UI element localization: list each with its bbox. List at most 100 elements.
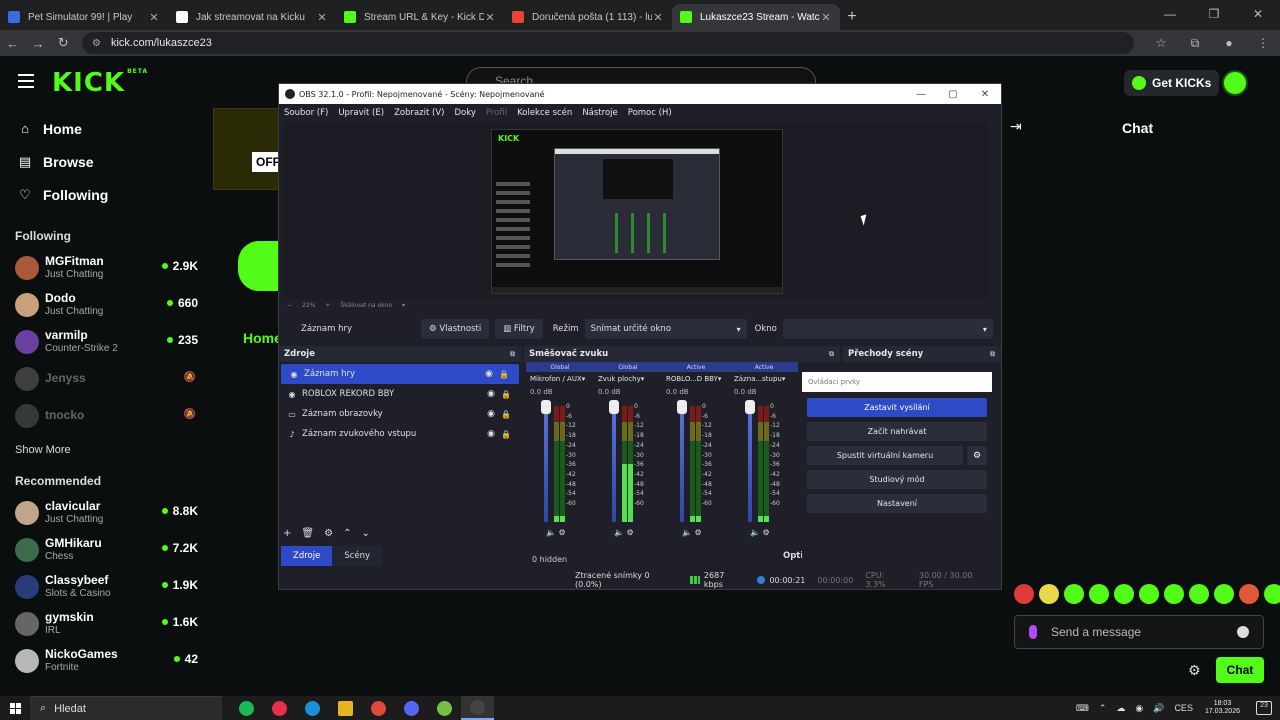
emote-icon[interactable] bbox=[1114, 584, 1134, 604]
volume-slider[interactable] bbox=[680, 406, 684, 522]
browser-tab[interactable]: Pet Simulator 99! | Play ✕ bbox=[0, 4, 168, 30]
tray-chevron-icon[interactable]: ⌃ bbox=[1099, 703, 1107, 714]
source-item[interactable]: ◉ ROBLOX REKORD BBY ◉ 🔒 bbox=[279, 384, 521, 404]
volume-knob[interactable] bbox=[541, 400, 551, 414]
source-item[interactable]: ◉ Záznam hry ◉ 🔒 bbox=[281, 364, 519, 384]
lock-icon[interactable]: 🔒 bbox=[501, 410, 511, 419]
notifications-badge[interactable]: 23 bbox=[1256, 701, 1272, 715]
mode-select[interactable]: Snímat určité okno bbox=[584, 319, 747, 339]
emote-icon[interactable] bbox=[1014, 584, 1034, 604]
emote-icon[interactable] bbox=[1089, 584, 1109, 604]
reload-icon[interactable]: ↻ bbox=[51, 35, 76, 51]
source-item[interactable]: ▭ Záznam obrazovky ◉ 🔒 bbox=[279, 404, 521, 424]
obs-menu-item[interactable]: Zobrazit (V) bbox=[394, 108, 444, 118]
mute-speaker-icon[interactable]: 🔈 bbox=[750, 528, 763, 537]
window-select[interactable] bbox=[782, 319, 993, 339]
channel-name-row[interactable]: Zázna...stupu ▾ bbox=[730, 372, 798, 386]
obs-close-button[interactable]: ✕ bbox=[969, 89, 1001, 100]
obs-menu-item[interactable]: Soubor (F) bbox=[284, 108, 328, 118]
taskbar-app-android[interactable] bbox=[428, 696, 461, 720]
back-icon[interactable]: ← bbox=[0, 36, 25, 51]
channel-name-row[interactable]: ROBLO...D BBY ▾ bbox=[662, 372, 730, 386]
emote-icon[interactable] bbox=[1239, 584, 1259, 604]
chat-message-input[interactable]: Send a message bbox=[1014, 615, 1264, 649]
float-dock-icon[interactable]: ⧉ bbox=[829, 350, 834, 359]
channel-name-row[interactable]: Mikrofon / AUX ▾ bbox=[526, 372, 594, 386]
emote-icon[interactable] bbox=[1164, 584, 1184, 604]
site-info-icon[interactable]: ⚙ bbox=[92, 38, 101, 49]
channel-settings-icon[interactable]: ⚙ bbox=[627, 528, 634, 537]
profile-icon[interactable]: ● bbox=[1212, 36, 1246, 51]
visibility-eye-icon[interactable]: ◉ bbox=[487, 389, 495, 399]
channel-home-tab[interactable]: Home bbox=[243, 330, 282, 346]
clock[interactable]: 18:03 17.03.2026 bbox=[1205, 700, 1240, 716]
browser-tab[interactable]: Jak streamovat na Kicku ✕ bbox=[168, 4, 336, 30]
obs-preview[interactable]: KICK bbox=[283, 122, 989, 300]
channel-row[interactable]: tnocko 🔕 bbox=[0, 397, 212, 434]
channel-settings-icon[interactable]: ⚙ bbox=[559, 528, 566, 537]
channel-row[interactable]: Jenyss 🔕 bbox=[0, 360, 212, 397]
forward-icon[interactable]: → bbox=[25, 36, 50, 51]
channel-row[interactable]: varmilp Counter-Strike 2 235 bbox=[0, 323, 212, 360]
taskbar-app-edge[interactable] bbox=[296, 696, 329, 720]
volume-slider[interactable] bbox=[544, 406, 548, 522]
hamburger-menu-icon[interactable] bbox=[18, 74, 34, 88]
channel-row[interactable]: gymskin IRL 1.6K bbox=[0, 605, 212, 642]
obs-menu-item[interactable]: Kolekce scén bbox=[517, 108, 572, 118]
collapse-chat-icon[interactable]: ⇥ bbox=[1010, 118, 1022, 135]
channel-settings-icon[interactable]: ⚙ bbox=[695, 528, 702, 537]
taskbar-app-obs[interactable] bbox=[461, 696, 494, 720]
keyboard-icon[interactable]: ⌨ bbox=[1076, 703, 1089, 714]
volume-knob[interactable] bbox=[609, 400, 619, 414]
browser-tab[interactable]: Stream URL & Key - Kick Dashb✕ bbox=[336, 4, 504, 30]
channel-row[interactable]: GMHikaru Chess 7.2K bbox=[0, 531, 212, 568]
obs-menu-item[interactable]: Upravit (E) bbox=[338, 108, 384, 118]
taskbar-app-spotify[interactable] bbox=[230, 696, 263, 720]
move-down-icon[interactable]: ⌄ bbox=[361, 528, 369, 539]
lock-icon[interactable]: 🔒 bbox=[501, 430, 511, 439]
nav-home[interactable]: ⌂ Home bbox=[0, 112, 212, 145]
minimize-button[interactable]: — bbox=[1148, 0, 1192, 28]
emoji-icon[interactable] bbox=[1237, 626, 1249, 638]
browser-tab[interactable]: Lukaszce23 Stream - Watch Live✕ bbox=[672, 4, 840, 30]
menu-dots-icon[interactable]: ⋮ bbox=[1246, 36, 1280, 51]
taskbar-app-youtube-music[interactable] bbox=[263, 696, 296, 720]
channel-row[interactable]: clavicular Just Chatting 8.8K bbox=[0, 494, 212, 531]
obs-menu-item[interactable]: Nástroje bbox=[582, 108, 617, 118]
mute-speaker-icon[interactable]: 🔈 bbox=[546, 528, 559, 537]
send-chat-button[interactable]: Chat bbox=[1216, 657, 1264, 683]
stop-streaming-button[interactable]: Zastavit vysílání bbox=[807, 398, 987, 417]
mute-speaker-icon[interactable]: 🔈 bbox=[614, 528, 627, 537]
channel-dropdown-icon[interactable]: ▾ bbox=[718, 375, 722, 383]
channel-dropdown-icon[interactable]: ▾ bbox=[641, 375, 645, 383]
chat-settings-icon[interactable]: ⚙ bbox=[1188, 662, 1201, 679]
maximize-button[interactable]: ❐ bbox=[1192, 0, 1236, 28]
float-dock-icon[interactable]: ⧉ bbox=[990, 350, 995, 359]
virtual-camera-settings-icon[interactable]: ⚙ bbox=[967, 446, 987, 465]
volume-icon[interactable]: 🔊 bbox=[1153, 703, 1164, 714]
source-settings-icon[interactable]: ⚙ bbox=[324, 528, 333, 539]
browser-tab[interactable]: Doručená pošta (1 113) - lukasl✕ bbox=[504, 4, 672, 30]
channel-row[interactable]: Classybeef Slots & Casino 1.9K bbox=[0, 568, 212, 605]
channel-row[interactable]: Dodo Just Chatting 660 bbox=[0, 286, 212, 323]
tab-close-icon[interactable]: ✕ bbox=[820, 11, 832, 24]
obs-menu-item[interactable]: Profil bbox=[486, 108, 507, 118]
tab-close-icon[interactable]: ✕ bbox=[316, 11, 328, 24]
extensions-icon[interactable]: ⧉ bbox=[1178, 36, 1212, 51]
new-tab-icon[interactable]: + bbox=[840, 4, 864, 30]
zoom-dropdown-icon[interactable]: ▾ bbox=[402, 302, 405, 309]
volume-slider[interactable] bbox=[612, 406, 616, 522]
move-up-icon[interactable]: ⌃ bbox=[343, 528, 351, 539]
taskbar-app-chrome[interactable] bbox=[362, 696, 395, 720]
user-avatar[interactable] bbox=[1222, 70, 1248, 96]
studio-mode-button[interactable]: Studiový mód bbox=[807, 470, 987, 489]
zoom-in-icon[interactable]: + bbox=[325, 302, 330, 309]
show-more-link[interactable]: Show More bbox=[0, 444, 212, 456]
tab-scenes[interactable]: Scény bbox=[332, 546, 383, 566]
taskbar-app-discord[interactable] bbox=[395, 696, 428, 720]
zoom-out-icon[interactable]: − bbox=[287, 302, 292, 309]
kick-logo[interactable]: KICK BETA bbox=[52, 68, 148, 98]
visibility-eye-icon[interactable]: ◉ bbox=[487, 429, 495, 439]
channel-name-row[interactable]: Zvuk plochy ▾ bbox=[594, 372, 662, 386]
channel-row[interactable]: NickoGames Fortnite 42 bbox=[0, 642, 212, 679]
